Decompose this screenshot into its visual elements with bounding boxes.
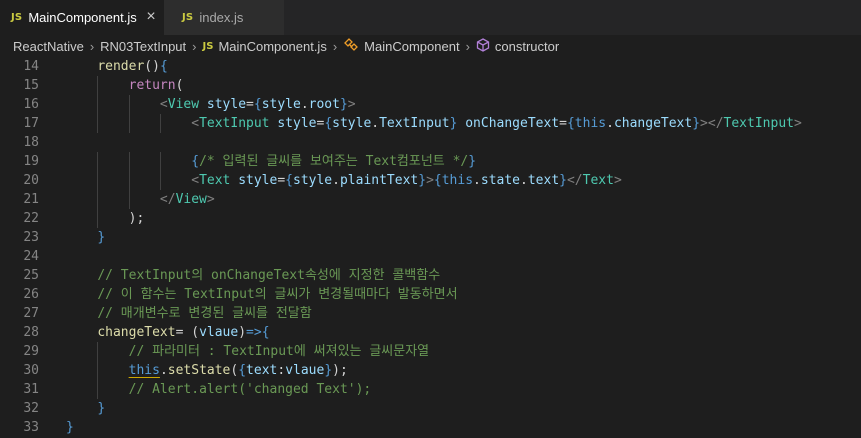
code-line[interactable]: 16 <View style={style.root}> <box>0 95 861 114</box>
code-text: } <box>66 420 74 435</box>
code-text: // TextInput의 onChangeText속성에 지정한 콜백함수 <box>97 268 441 283</box>
line-number: 31 <box>23 382 39 397</box>
line-number: 17 <box>23 116 39 131</box>
code-text: <TextInput style={style.TextInput} onCha… <box>191 116 802 131</box>
line-number: 23 <box>23 230 39 245</box>
line-number: 19 <box>23 154 39 169</box>
line-number: 30 <box>23 363 39 378</box>
code-line[interactable]: 14 render(){ <box>0 57 861 76</box>
code-text: render(){ <box>97 59 168 74</box>
chevron-right-icon: › <box>192 38 197 54</box>
code-text: } <box>97 401 106 416</box>
code-line[interactable]: 31 // Alert.alert('changed Text'); <box>0 380 861 399</box>
code-line[interactable]: 24 <box>0 247 861 266</box>
line-number: 33 <box>23 420 39 435</box>
line-number: 15 <box>23 78 39 93</box>
breadcrumb-item-folder-rn03textinput[interactable]: RN03TextInput <box>100 39 186 54</box>
tab-maincomponent-js[interactable]: JS MainComponent.js × <box>0 0 164 35</box>
chevron-right-icon: › <box>89 38 95 54</box>
method-cube-icon <box>476 37 490 55</box>
chevron-right-icon: › <box>332 38 338 54</box>
line-number: 29 <box>23 344 39 359</box>
code-text: this.setState({text:vlaue}); <box>128 363 348 378</box>
code-text: // Alert.alert('changed Text'); <box>128 382 372 397</box>
breadcrumb-method-label: constructor <box>494 38 560 54</box>
code-line[interactable]: 29 // 파라미터 : TextInput에 써져있는 글씨문자열 <box>0 342 861 361</box>
code-text: <View style={style.root}> <box>159 97 356 112</box>
code-line[interactable]: 28 changeText= (vlaue)=>{ <box>0 323 861 342</box>
code-text: return( <box>128 78 184 93</box>
code-line[interactable]: 22 ); <box>0 209 861 228</box>
code-text: } <box>97 230 106 245</box>
chevron-right-icon: › <box>465 38 470 54</box>
code-line[interactable]: 20 <Text style={style.plaintText}>{this.… <box>0 171 861 190</box>
line-number: 26 <box>23 287 39 302</box>
code-text: // 매개변수로 변경된 글씨를 전달함 <box>97 306 312 321</box>
code-line[interactable]: 27 // 매개변수로 변경된 글씨를 전달함 <box>0 304 861 323</box>
code-line[interactable]: 19 {/* 입력된 글씨를 보여주는 Text컴포넌트 */} <box>0 152 861 171</box>
breadcrumb-item-method[interactable]: constructor <box>476 37 560 55</box>
line-number: 24 <box>23 249 39 264</box>
code-text: <Text style={style.plaintText}>{this.sta… <box>191 173 622 188</box>
code-text: changeText= (vlaue)=>{ <box>97 325 270 340</box>
tab-label: index.js <box>199 10 244 25</box>
breadcrumb-item-file[interactable]: JS MainComponent.js <box>203 39 327 54</box>
code-line[interactable]: 18 <box>0 133 861 152</box>
code-line[interactable]: 21 </View> <box>0 190 861 209</box>
breadcrumb-item-folder-reactnative[interactable]: ReactNative <box>13 39 84 54</box>
line-number: 21 <box>23 192 39 207</box>
code-text: {/* 입력된 글씨를 보여주는 Text컴포넌트 */} <box>191 154 477 169</box>
javascript-file-icon: JS <box>11 12 23 23</box>
line-number: 28 <box>23 325 39 340</box>
code-line[interactable]: 17 <TextInput style={style.TextInput} on… <box>0 114 861 133</box>
line-number: 16 <box>23 97 39 112</box>
code-text: ); <box>128 211 145 226</box>
class-symbol-icon <box>343 37 359 55</box>
close-icon[interactable]: × <box>143 9 159 25</box>
breadcrumb-class-label: MainComponent <box>364 38 460 54</box>
line-number: 25 <box>23 268 39 283</box>
line-number: 18 <box>23 135 39 150</box>
code-text: // 파라미터 : TextInput에 써져있는 글씨문자열 <box>128 344 430 359</box>
javascript-file-icon: JS <box>182 12 194 23</box>
code-line[interactable]: 15 return( <box>0 76 861 95</box>
tab-index-js[interactable]: JS index.js <box>164 0 284 35</box>
code-line[interactable]: 23 } <box>0 228 861 247</box>
editor-tab-bar: JS MainComponent.js × JS index.js <box>0 0 861 35</box>
code-text: </View> <box>159 192 215 207</box>
line-number: 20 <box>23 173 39 188</box>
breadcrumb: ReactNative › RN03TextInput › JS MainCom… <box>0 35 861 57</box>
breadcrumb-item-class[interactable]: MainComponent <box>343 37 460 55</box>
line-number: 27 <box>23 306 39 321</box>
line-number: 14 <box>23 59 39 74</box>
javascript-file-icon: JS <box>202 40 214 52</box>
code-line[interactable]: 33} <box>0 418 861 437</box>
tab-label: MainComponent.js <box>28 10 137 25</box>
line-number: 32 <box>23 401 39 416</box>
code-editor[interactable]: 14 render(){15 return(16 <View style={st… <box>0 57 861 438</box>
code-line[interactable]: 25 // TextInput의 onChangeText속성에 지정한 콜백함… <box>0 266 861 285</box>
breadcrumb-file-label: MainComponent.js <box>218 38 327 54</box>
code-line[interactable]: 26 // 이 함수는 TextInput의 글씨가 변경될때마다 발동하면서 <box>0 285 861 304</box>
code-line[interactable]: 30 this.setState({text:vlaue}); <box>0 361 861 380</box>
line-number: 22 <box>23 211 39 226</box>
code-line[interactable]: 32 } <box>0 399 861 418</box>
code-text: // 이 함수는 TextInput의 글씨가 변경될때마다 발동하면서 <box>97 287 458 302</box>
